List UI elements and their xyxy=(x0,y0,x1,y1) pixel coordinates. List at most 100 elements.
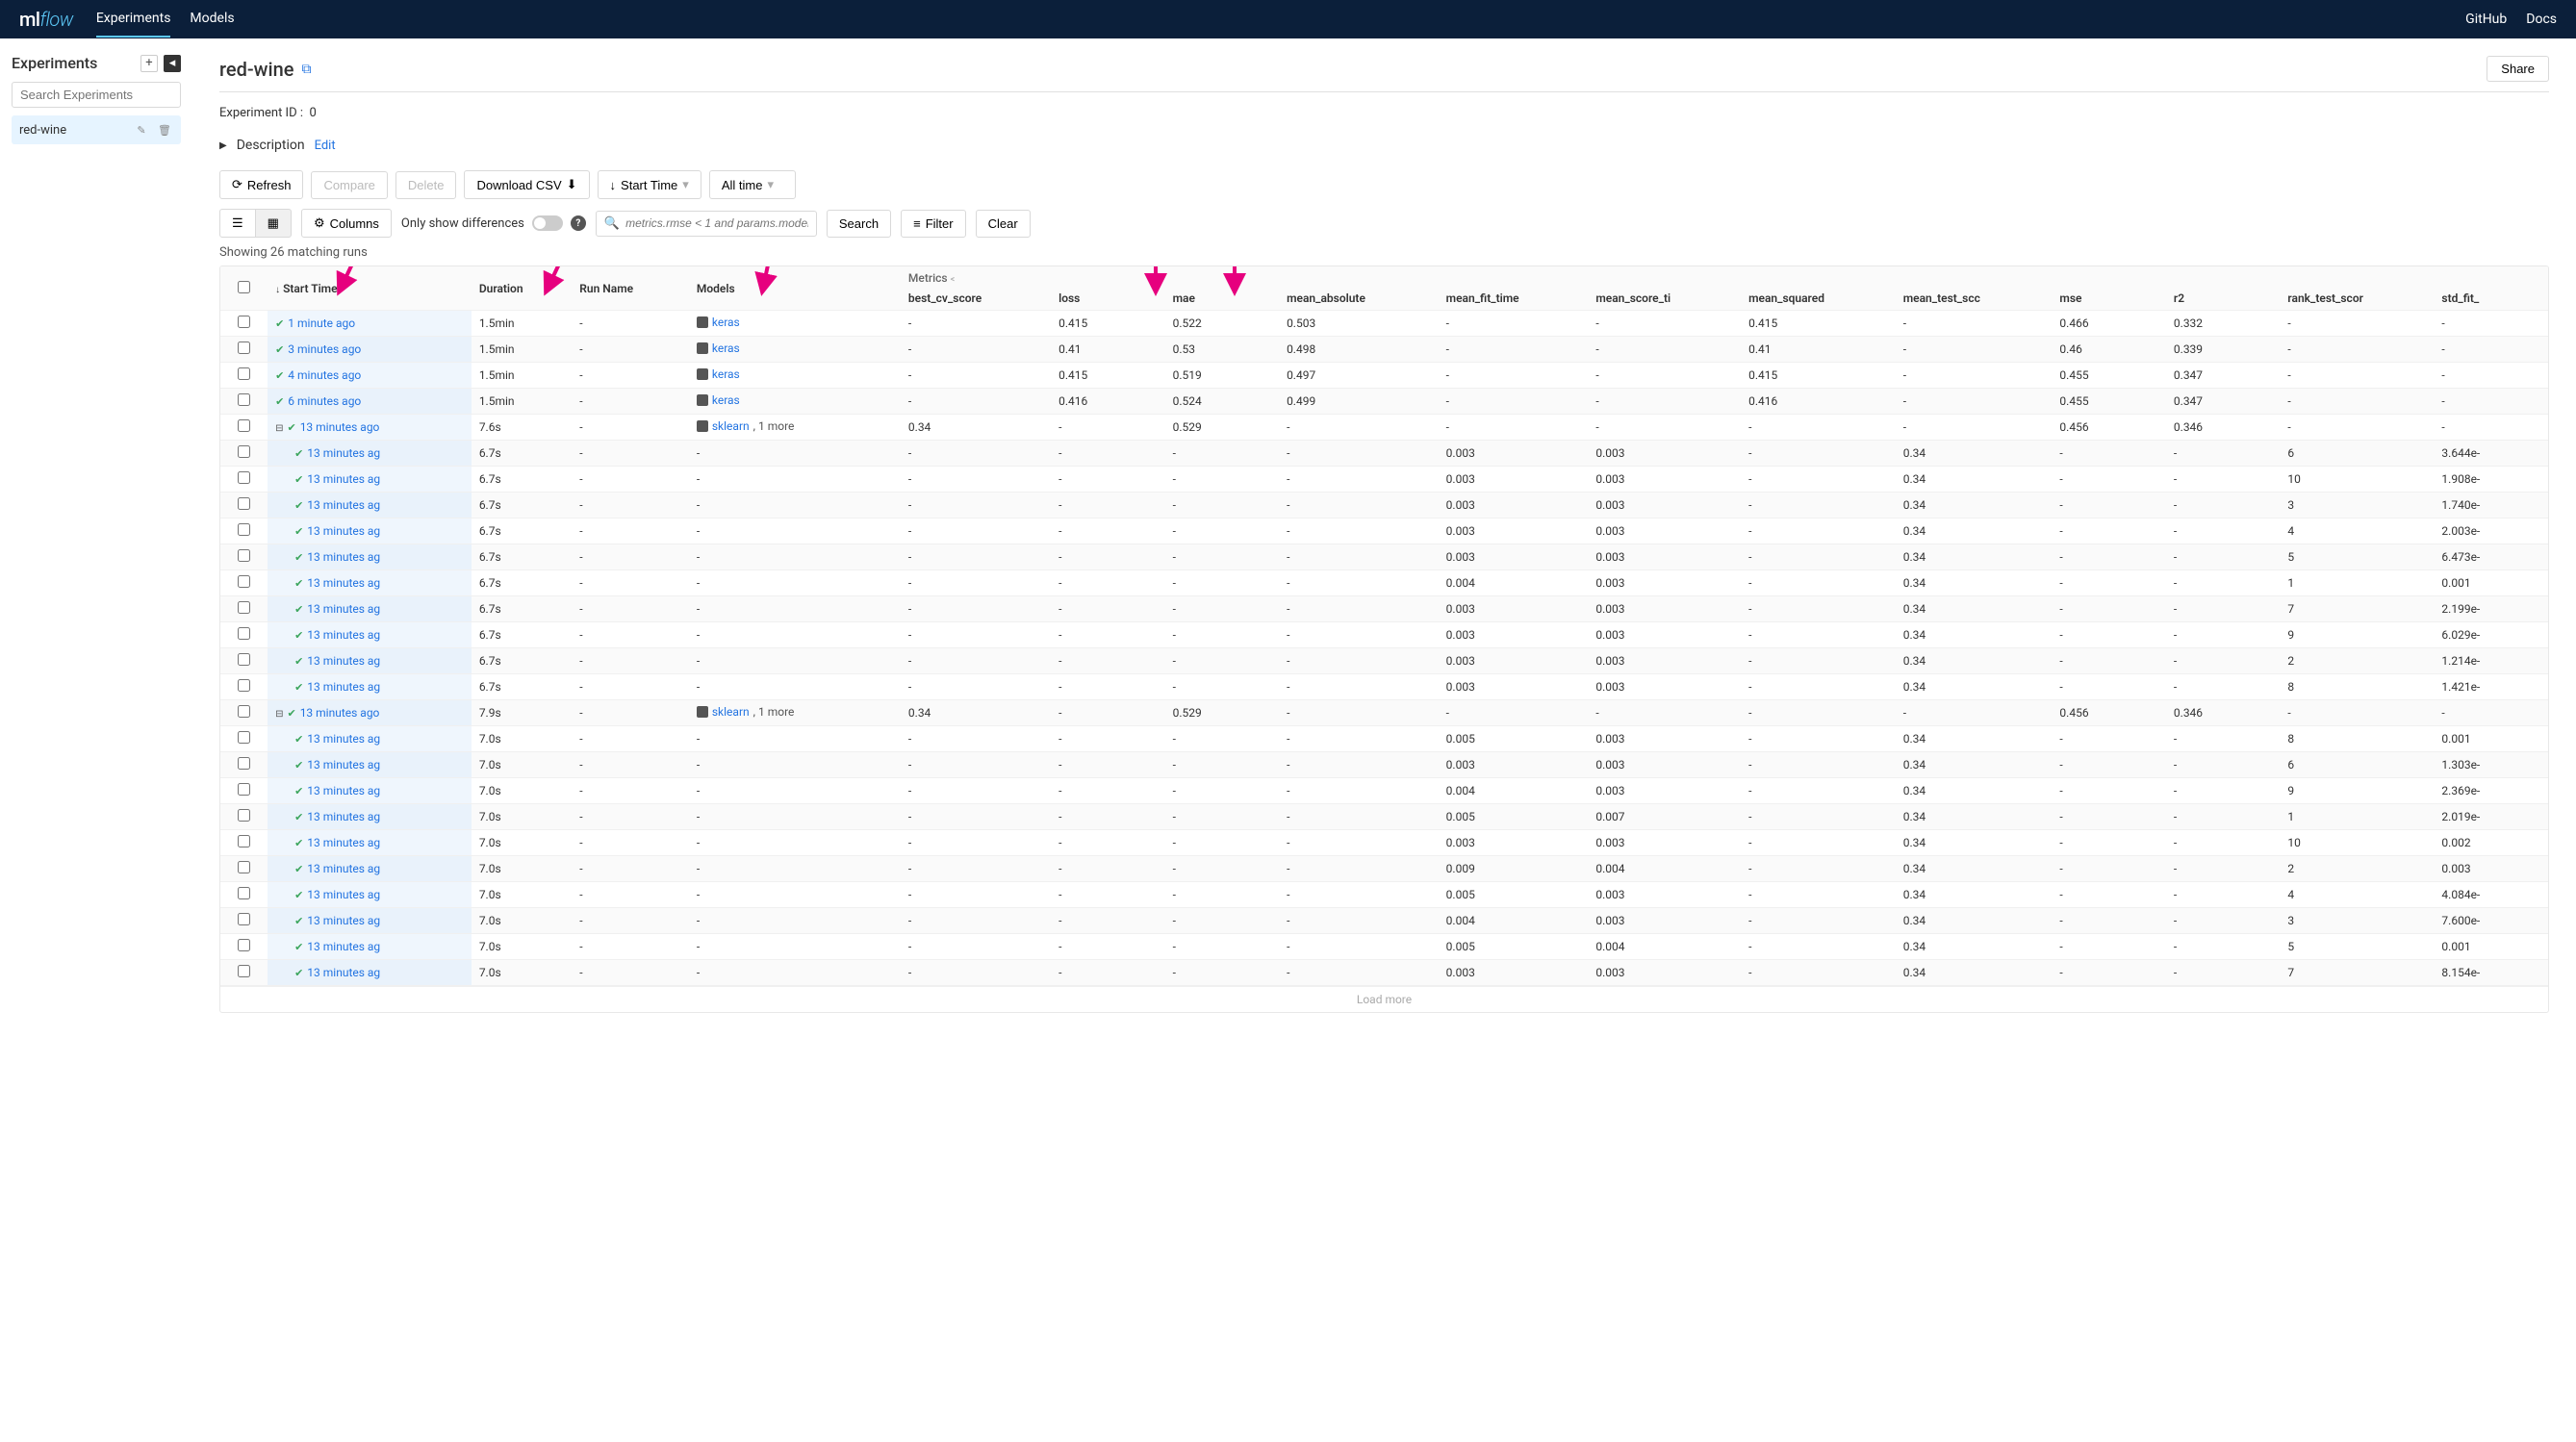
col-loss[interactable]: loss xyxy=(1051,287,1164,311)
table-row[interactable]: ✔ 13 minutes ag6.7s------0.0030.003-0.34… xyxy=(220,622,2548,648)
row-checkbox[interactable] xyxy=(238,575,250,588)
download-csv-button[interactable]: Download CSV⬇ xyxy=(464,170,589,199)
table-row[interactable]: ✔ 3 minutes ago1.5min-keras-0.410.530.49… xyxy=(220,337,2548,363)
col-best-cv-score[interactable]: best_cv_score xyxy=(901,287,1051,311)
row-checkbox[interactable] xyxy=(238,913,250,925)
table-row[interactable]: ✔ 1 minute ago1.5min-keras-0.4150.5220.5… xyxy=(220,311,2548,337)
table-row[interactable]: ✔ 13 minutes ag6.7s------0.0030.003-0.34… xyxy=(220,596,2548,622)
row-checkbox[interactable] xyxy=(238,342,250,354)
compare-button[interactable]: Compare xyxy=(311,171,387,199)
nav-tab-experiments[interactable]: Experiments xyxy=(96,1,171,38)
run-link[interactable]: ✔ 13 minutes ag xyxy=(294,628,380,642)
collapse-icon[interactable]: ⊟ xyxy=(275,709,283,720)
row-checkbox[interactable] xyxy=(238,965,250,977)
run-link[interactable]: ✔ 13 minutes ag xyxy=(294,966,380,979)
load-more-button[interactable]: Load more xyxy=(220,986,2548,1012)
model-badge[interactable]: keras xyxy=(697,367,740,381)
table-row[interactable]: ✔ 13 minutes ag7.0s------0.0090.004-0.34… xyxy=(220,856,2548,882)
collapse-sidebar-icon[interactable]: ◂ xyxy=(164,55,181,72)
row-checkbox[interactable] xyxy=(238,809,250,822)
run-link[interactable]: ✔ 13 minutes ag xyxy=(294,446,380,460)
row-checkbox[interactable] xyxy=(238,783,250,796)
col-mean-score-ti[interactable]: mean_score_ti xyxy=(1588,287,1741,311)
col-r2[interactable]: r2 xyxy=(2166,287,2280,311)
model-badge[interactable]: sklearn, 1 more xyxy=(697,419,795,433)
run-link[interactable]: ✔ 13 minutes ag xyxy=(294,810,380,823)
run-link[interactable]: ✔ 13 minutes ago xyxy=(287,420,379,434)
run-link[interactable]: ✔ 13 minutes ag xyxy=(294,888,380,901)
collapse-icon[interactable]: ⊟ xyxy=(275,423,283,434)
table-row[interactable]: ✔ 13 minutes ag7.0s------0.0050.003-0.34… xyxy=(220,726,2548,752)
run-link[interactable]: ✔ 13 minutes ag xyxy=(294,498,380,512)
col-duration[interactable]: Duration xyxy=(472,266,572,311)
select-all-checkbox[interactable] xyxy=(238,281,250,293)
run-link[interactable]: ✔ 13 minutes ag xyxy=(294,732,380,746)
row-checkbox[interactable] xyxy=(238,601,250,614)
run-link[interactable]: ✔ 13 minutes ag xyxy=(294,524,380,538)
table-row[interactable]: ✔ 13 minutes ag6.7s------0.0030.003-0.34… xyxy=(220,648,2548,674)
table-row[interactable]: ✔ 4 minutes ago1.5min-keras-0.4150.5190.… xyxy=(220,363,2548,389)
table-row[interactable]: ✔ 13 minutes ag6.7s------0.0030.003-0.34… xyxy=(220,674,2548,700)
row-checkbox[interactable] xyxy=(238,393,250,406)
run-link[interactable]: ✔ 13 minutes ag xyxy=(294,940,380,953)
table-row[interactable]: ⊟✔ 13 minutes ago7.6s-sklearn, 1 more0.3… xyxy=(220,415,2548,441)
run-link[interactable]: ✔ 3 minutes ago xyxy=(275,342,361,356)
table-row[interactable]: ✔ 13 minutes ag7.0s------0.0050.007-0.34… xyxy=(220,804,2548,830)
run-link[interactable]: ✔ 13 minutes ag xyxy=(294,472,380,486)
table-row[interactable]: ✔ 13 minutes ag6.7s------0.0040.003-0.34… xyxy=(220,570,2548,596)
model-badge[interactable]: keras xyxy=(697,393,740,407)
col-std-fit-[interactable]: std_fit_ xyxy=(2434,287,2548,311)
diff-toggle[interactable] xyxy=(532,215,563,231)
run-link[interactable]: ✔ 13 minutes ag xyxy=(294,862,380,875)
table-row[interactable]: ✔ 13 minutes ag7.0s------0.0030.003-0.34… xyxy=(220,752,2548,778)
copy-icon[interactable]: ⧉ xyxy=(301,62,311,77)
table-row[interactable]: ✔ 13 minutes ag7.0s------0.0040.003-0.34… xyxy=(220,778,2548,804)
model-badge[interactable]: keras xyxy=(697,316,740,329)
caret-right-icon[interactable]: ▶ xyxy=(219,140,227,151)
row-checkbox[interactable] xyxy=(238,705,250,718)
model-badge[interactable]: sklearn, 1 more xyxy=(697,705,795,719)
table-row[interactable]: ✔ 13 minutes ag6.7s------0.0030.003-0.34… xyxy=(220,441,2548,467)
run-link[interactable]: ✔ 13 minutes ag xyxy=(294,836,380,849)
help-icon[interactable]: ? xyxy=(571,215,586,231)
delete-button[interactable]: Delete xyxy=(395,171,457,199)
model-badge[interactable]: keras xyxy=(697,342,740,355)
row-checkbox[interactable] xyxy=(238,887,250,899)
row-checkbox[interactable] xyxy=(238,627,250,640)
run-link[interactable]: ✔ 13 minutes ag xyxy=(294,576,380,590)
share-button[interactable]: Share xyxy=(2487,56,2549,82)
row-checkbox[interactable] xyxy=(238,471,250,484)
row-checkbox[interactable] xyxy=(238,549,250,562)
table-row[interactable]: ✔ 13 minutes ag6.7s------0.0030.003-0.34… xyxy=(220,519,2548,544)
table-row[interactable]: ✔ 6 minutes ago1.5min-keras-0.4160.5240.… xyxy=(220,389,2548,415)
row-checkbox[interactable] xyxy=(238,497,250,510)
delete-icon[interactable]: 🗑 xyxy=(156,121,173,139)
run-link[interactable]: ✔ 13 minutes ago xyxy=(287,706,379,720)
time-filter-dropdown[interactable]: All time ▾ xyxy=(709,170,796,199)
row-checkbox[interactable] xyxy=(238,653,250,666)
col-mean-test-scc[interactable]: mean_test_scc xyxy=(1896,287,2053,311)
run-link[interactable]: ✔ 1 minute ago xyxy=(275,316,355,330)
run-link[interactable]: ✔ 13 minutes ag xyxy=(294,602,380,616)
search-experiments-input[interactable] xyxy=(12,82,181,108)
run-link[interactable]: ✔ 13 minutes ag xyxy=(294,758,380,772)
clear-button[interactable]: Clear xyxy=(976,210,1031,238)
table-row[interactable]: ✔ 13 minutes ag6.7s------0.0030.003-0.34… xyxy=(220,467,2548,493)
row-checkbox[interactable] xyxy=(238,679,250,692)
col-start-time[interactable]: ↓ Start Time xyxy=(268,266,472,311)
table-row[interactable]: ⊟✔ 13 minutes ago7.9s-sklearn, 1 more0.3… xyxy=(220,700,2548,726)
run-link[interactable]: ✔ 13 minutes ag xyxy=(294,784,380,797)
run-link[interactable]: ✔ 13 minutes ag xyxy=(294,550,380,564)
col-mse[interactable]: mse xyxy=(2052,287,2165,311)
row-checkbox[interactable] xyxy=(238,367,250,380)
row-checkbox[interactable] xyxy=(238,419,250,432)
columns-button[interactable]: ⚙Columns xyxy=(301,209,392,238)
edit-description-link[interactable]: Edit xyxy=(315,139,336,153)
table-row[interactable]: ✔ 13 minutes ag6.7s------0.0030.003-0.34… xyxy=(220,544,2548,570)
run-link[interactable]: ✔ 13 minutes ag xyxy=(294,914,380,927)
col-mean-squared[interactable]: mean_squared xyxy=(1741,287,1896,311)
run-link[interactable]: ✔ 4 minutes ago xyxy=(275,368,361,382)
col-models[interactable]: Models xyxy=(689,266,901,311)
col-rank-test-scor[interactable]: rank_test_scor xyxy=(2280,287,2434,311)
nav-tab-models[interactable]: Models xyxy=(190,1,234,38)
